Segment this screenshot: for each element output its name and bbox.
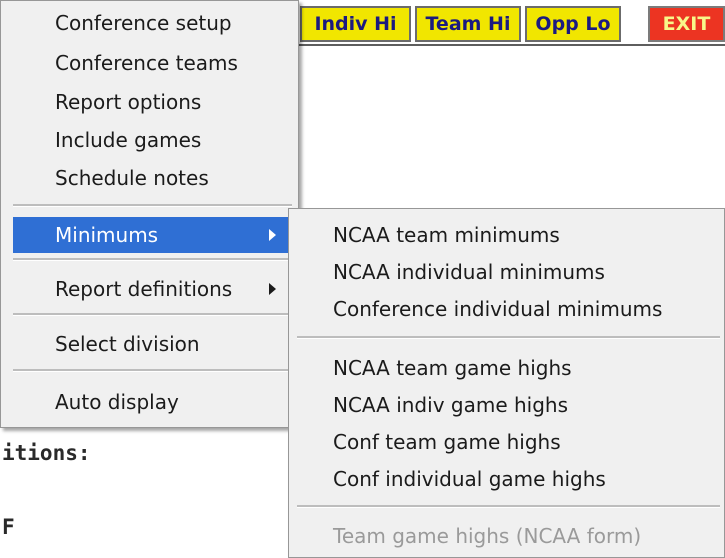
toolbar-divider: [292, 44, 725, 46]
menu-item-label: Report options: [55, 90, 202, 114]
menu-separator: [13, 369, 292, 372]
submenu-item-conference-individual-minimums[interactable]: Conference individual minimums: [289, 291, 724, 327]
menu-item-label: Include games: [55, 128, 202, 152]
submenu-item-label: NCAA team minimums: [333, 223, 560, 247]
menu-item-schedule-notes[interactable]: Schedule notes: [1, 160, 298, 196]
menu-separator: [297, 505, 720, 508]
submenu-item-label: NCAA individual minimums: [333, 260, 605, 284]
console-text-line2: F: [2, 515, 15, 539]
submenu-item-label: Conf team game highs: [333, 430, 561, 454]
menu-item-label: Conference teams: [55, 51, 238, 75]
submenu-item-ncaa-individual-minimums[interactable]: NCAA individual minimums: [289, 254, 724, 290]
submenu-item-label: NCAA team game highs: [333, 356, 572, 380]
menu-item-select-division[interactable]: Select division: [1, 326, 298, 362]
main-menu: Conference setup Conference teams Report…: [0, 0, 299, 428]
submenu-item-label: NCAA indiv game highs: [333, 393, 568, 417]
menu-item-label: Schedule notes: [55, 166, 209, 190]
indiv-hi-button[interactable]: Indiv Hi: [300, 6, 411, 42]
submenu-item-label: Team game highs (NCAA form): [333, 524, 642, 548]
menu-item-report-definitions[interactable]: Report definitions: [1, 271, 298, 307]
minimums-submenu: NCAA team minimums NCAA individual minim…: [288, 208, 725, 558]
submenu-arrow-icon: [269, 283, 276, 295]
submenu-item-ncaa-team-minimums[interactable]: NCAA team minimums: [289, 217, 724, 253]
menu-item-include-games[interactable]: Include games: [1, 122, 298, 158]
console-text-line1: itions:: [2, 441, 91, 465]
submenu-item-ncaa-indiv-game-highs[interactable]: NCAA indiv game highs: [289, 387, 724, 423]
menu-item-auto-display[interactable]: Auto display: [1, 384, 298, 420]
menu-separator: [13, 258, 292, 261]
menu-item-report-options[interactable]: Report options: [1, 84, 298, 120]
menu-item-minimums[interactable]: Minimums: [13, 217, 292, 253]
submenu-item-ncaa-team-game-highs[interactable]: NCAA team game highs: [289, 350, 724, 386]
menu-separator: [297, 336, 720, 339]
menu-item-label: Report definitions: [55, 277, 233, 301]
team-hi-button[interactable]: Team Hi: [415, 6, 521, 42]
submenu-item-label: Conference individual minimums: [333, 297, 663, 321]
menu-item-conference-setup[interactable]: Conference setup: [1, 5, 298, 41]
menu-item-label: Conference setup: [55, 11, 232, 35]
submenu-item-conf-individual-game-highs[interactable]: Conf individual game highs: [289, 461, 724, 497]
menu-separator: [13, 204, 292, 207]
menu-separator: [13, 313, 292, 316]
menu-item-label: Minimums: [55, 223, 159, 247]
submenu-item-team-game-highs-ncaa-form: Team game highs (NCAA form): [289, 518, 724, 554]
menu-item-label: Auto display: [55, 390, 179, 414]
opp-lo-button[interactable]: Opp Lo: [525, 6, 621, 42]
toolbar: Indiv Hi Team Hi Opp Lo EXIT: [292, 0, 725, 44]
menu-item-conference-teams[interactable]: Conference teams: [1, 45, 298, 81]
submenu-arrow-icon: [269, 229, 276, 241]
submenu-item-conf-team-game-highs[interactable]: Conf team game highs: [289, 424, 724, 460]
submenu-item-label: Conf individual game highs: [333, 467, 606, 491]
exit-button[interactable]: EXIT: [648, 6, 725, 42]
menu-item-label: Select division: [55, 332, 200, 356]
